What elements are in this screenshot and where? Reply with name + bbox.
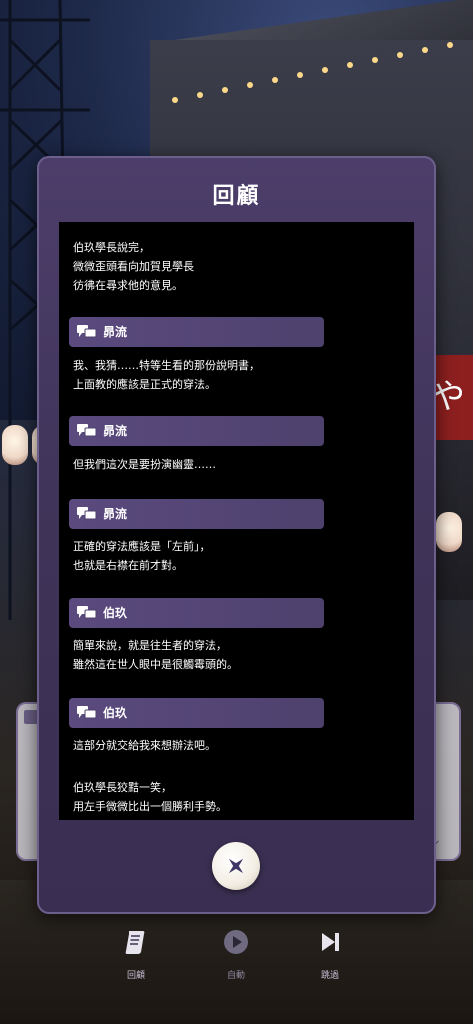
paper-lantern xyxy=(2,425,28,465)
scroll-log-icon xyxy=(125,931,145,954)
log-text: 我、我猜……特等生看的那份說明書， 上面教的應該是正式的穿法。 xyxy=(73,359,260,391)
auto-label: 自動 xyxy=(226,971,245,981)
log-text: 伯玖學長狡黠一笑， 用左手微微比出一個勝利手勢。 xyxy=(73,781,227,813)
auto-button[interactable]: 自動 xyxy=(206,928,266,981)
log-button[interactable]: 回顧 xyxy=(106,928,166,981)
log-text: 但我們這次是要扮演幽靈…… xyxy=(73,458,216,471)
string-lights xyxy=(172,42,453,103)
speaker-name: 昴流 xyxy=(103,507,128,521)
speech-bubble-icon xyxy=(77,325,97,338)
speech-bubble-icon xyxy=(77,424,97,437)
speaker-bar: 昴流 xyxy=(69,416,324,446)
speech-bubble-icon xyxy=(77,606,97,619)
dialog-title: 回顧 xyxy=(212,184,261,209)
speaker-bar: 昴流 xyxy=(69,317,324,347)
backlog-list[interactable]: 伯玖學長說完， 微微歪頭看向加賀見學長 彷彿在尋求他的意見。 昴流 我、我猜……… xyxy=(59,222,414,820)
speaker-name: 昴流 xyxy=(103,325,128,339)
log-text: 這部分就交給我來想辦法吧。 xyxy=(73,739,216,752)
speaker-name: 伯玖 xyxy=(103,606,128,620)
skip-icon xyxy=(322,933,339,951)
log-text: 正確的穿法應該是「左前」， 也就是右襟在前才對。 xyxy=(73,540,211,572)
paper-lantern xyxy=(436,512,462,552)
skip-label: 跳過 xyxy=(320,971,339,981)
speaker-bar: 伯玖 xyxy=(69,698,324,728)
speech-bubble-icon xyxy=(77,706,97,719)
close-icon xyxy=(228,858,244,874)
speaker-name: 伯玖 xyxy=(103,706,128,720)
log-text: 簡單來說，就是往生者的穿法， 雖然這在世人眼中是很觸霉頭的。 xyxy=(73,639,238,671)
skip-button[interactable]: 跳過 xyxy=(300,928,360,981)
speaker-name: 昴流 xyxy=(103,424,128,438)
log-text: 伯玖學長說完， 微微歪頭看向加賀見學長 彷彿在尋求他的意見。 xyxy=(73,241,194,292)
speech-bubble-icon xyxy=(77,507,97,520)
speaker-bar: 昴流 xyxy=(69,499,324,529)
play-icon xyxy=(224,930,248,954)
close-button[interactable] xyxy=(212,842,260,890)
speaker-bar: 伯玖 xyxy=(69,598,324,628)
log-label: 回顧 xyxy=(126,971,145,981)
